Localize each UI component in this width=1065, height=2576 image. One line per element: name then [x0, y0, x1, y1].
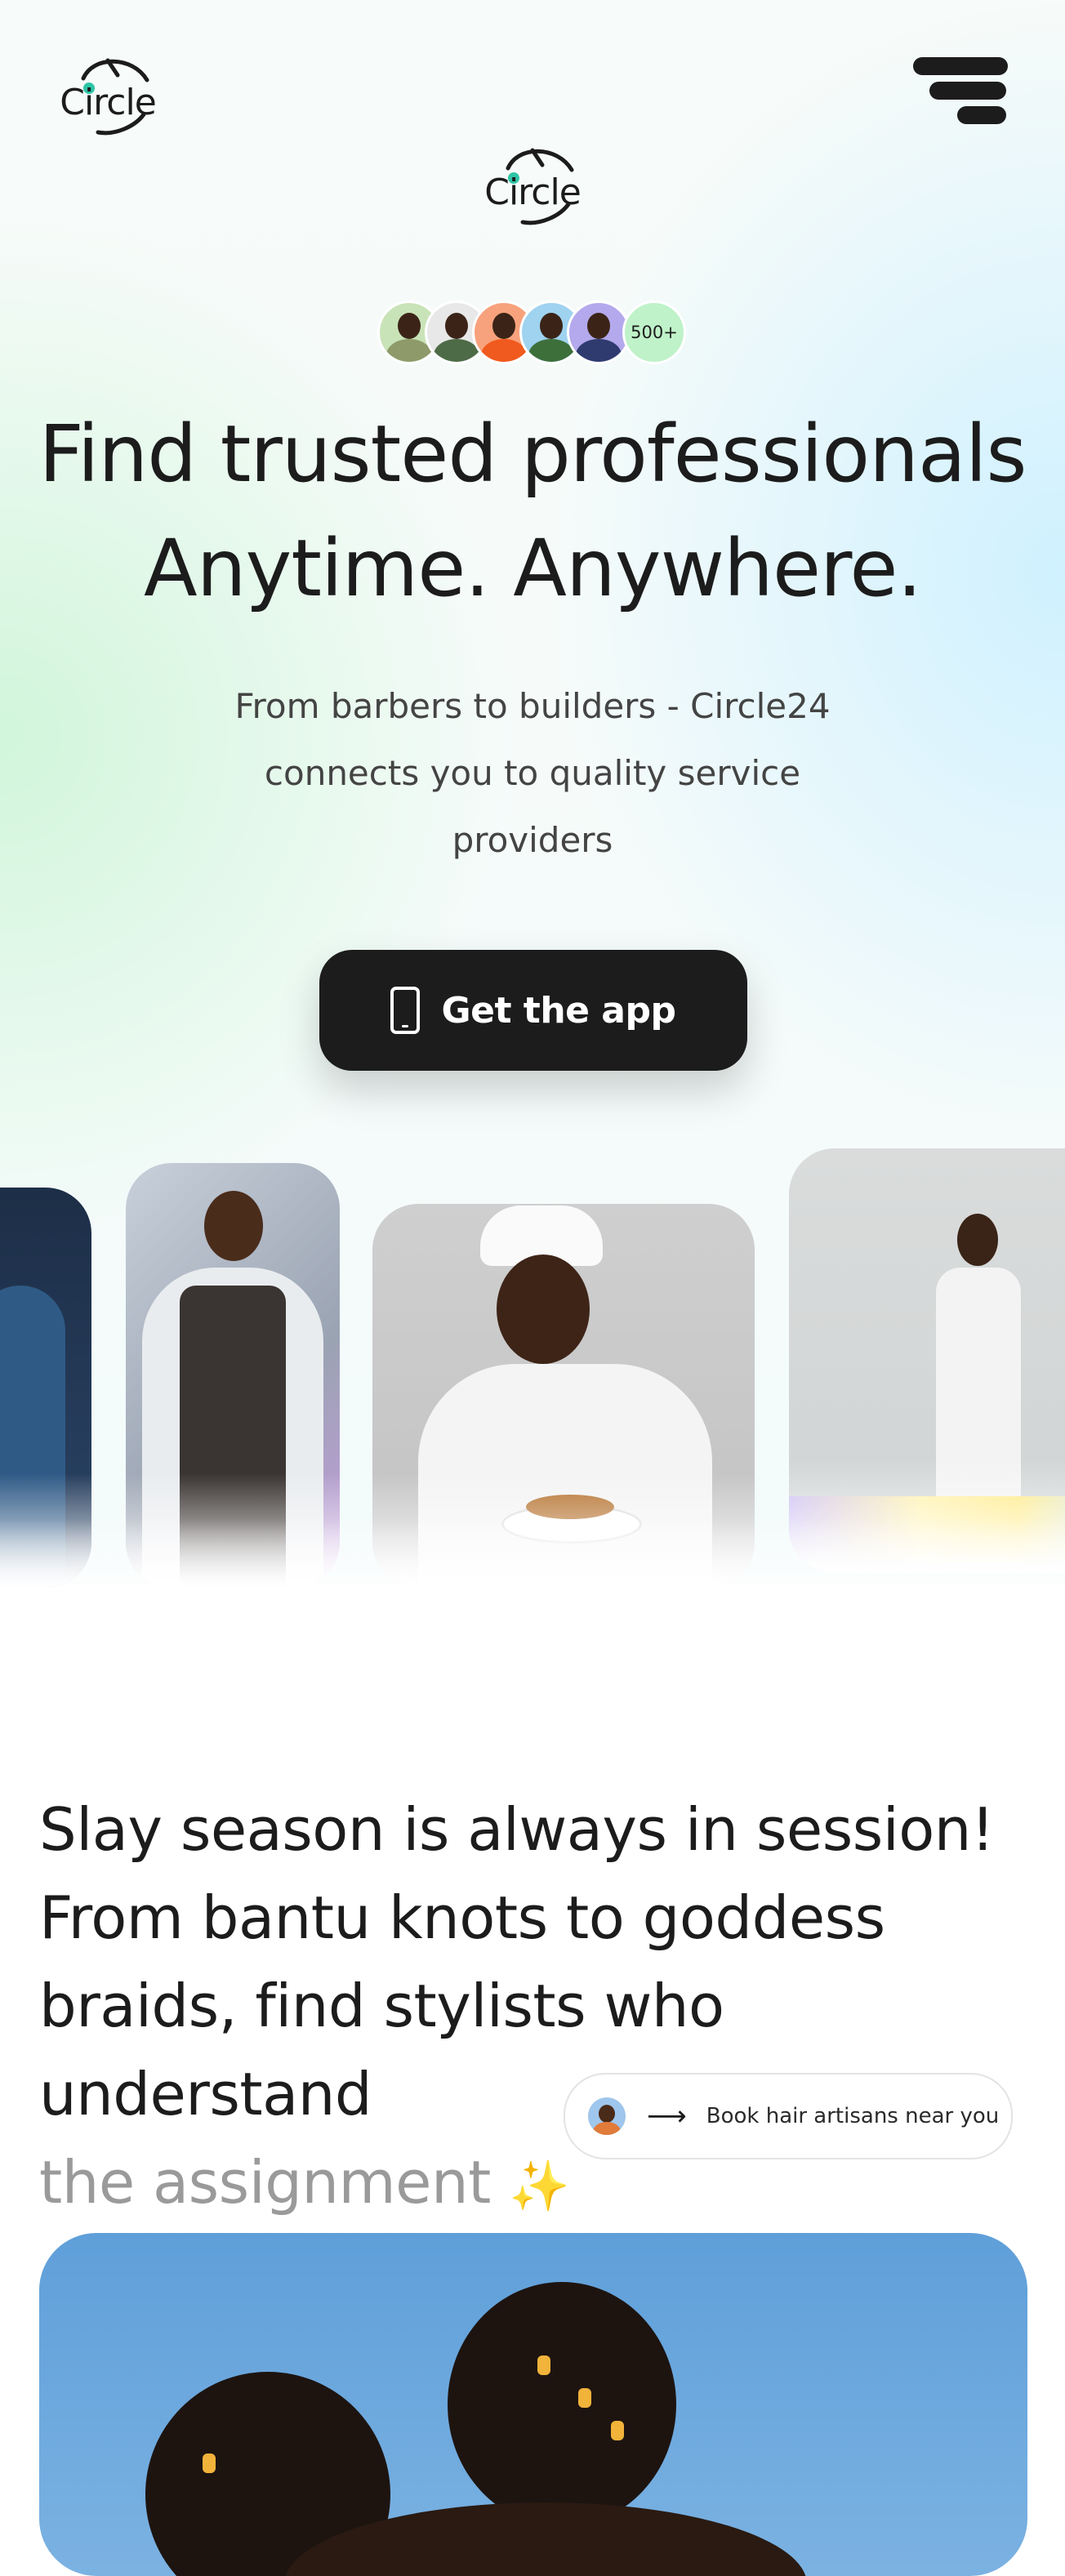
- logo-text: Circle: [60, 82, 157, 123]
- sparkle-icon: ✨: [509, 2158, 570, 2215]
- bead: [578, 2388, 591, 2408]
- hair-heading-line2: From bantu knots to goddess: [39, 1883, 885, 1952]
- arrow-right-icon: ⟶: [647, 2100, 687, 2133]
- avatar-stack: 500+: [377, 301, 688, 364]
- hamburger-line: [957, 106, 1006, 124]
- bead: [203, 2453, 216, 2473]
- hair-heading-line1: Slay season is always in session!: [39, 1795, 995, 1864]
- avatar: [567, 301, 631, 364]
- chef-head: [497, 1255, 590, 1364]
- hero-subtitle-line2: connects you to quality service: [264, 753, 801, 793]
- hair-heading-line4: the assignment: [39, 2148, 491, 2217]
- center-logo-text: Circle: [484, 172, 582, 213]
- menu-button[interactable]: [913, 54, 1011, 124]
- bead: [611, 2421, 624, 2440]
- hero-bottom-fade: [0, 1519, 1065, 1617]
- avatar-count-badge: 500+: [622, 301, 686, 364]
- brand-logo[interactable]: Circle: [51, 51, 165, 140]
- get-the-app-button[interactable]: Get the app: [319, 950, 747, 1071]
- hero-title: Find trusted professionals Anytime. Anyw…: [0, 397, 1065, 626]
- braids-shape: [448, 2282, 676, 2527]
- avatar: [588, 2097, 626, 2135]
- hair-section-heading: Slay season is always in session! From b…: [39, 1785, 1036, 2231]
- hero-title-line1: Find trusted professionals: [38, 408, 1027, 500]
- hero-subtitle: From barbers to builders - Circle24 conn…: [214, 673, 851, 874]
- center-logo: Circle: [475, 140, 590, 230]
- book-hair-artisans-label: Book hair artisans near you: [706, 2104, 1000, 2128]
- hero-title-line2: Anytime. Anywhere.: [144, 523, 922, 614]
- hero-subtitle-line1: From barbers to builders - Circle24: [234, 686, 831, 726]
- cta-label: Get the app: [441, 989, 676, 1032]
- hamburger-menu-icon: [913, 57, 1008, 75]
- hero-subtitle-line3: providers: [452, 820, 613, 860]
- hamburger-line: [929, 82, 1006, 100]
- painter-head: [957, 1214, 998, 1266]
- book-hair-artisans-button[interactable]: ⟶ Book hair artisans near you: [564, 2073, 1013, 2159]
- professional-card-painter[interactable]: [789, 1148, 1065, 1573]
- bead: [537, 2355, 550, 2375]
- phone-icon: [390, 987, 421, 1034]
- hair-showcase-image: [39, 2233, 1027, 2576]
- barber-head: [204, 1191, 263, 1261]
